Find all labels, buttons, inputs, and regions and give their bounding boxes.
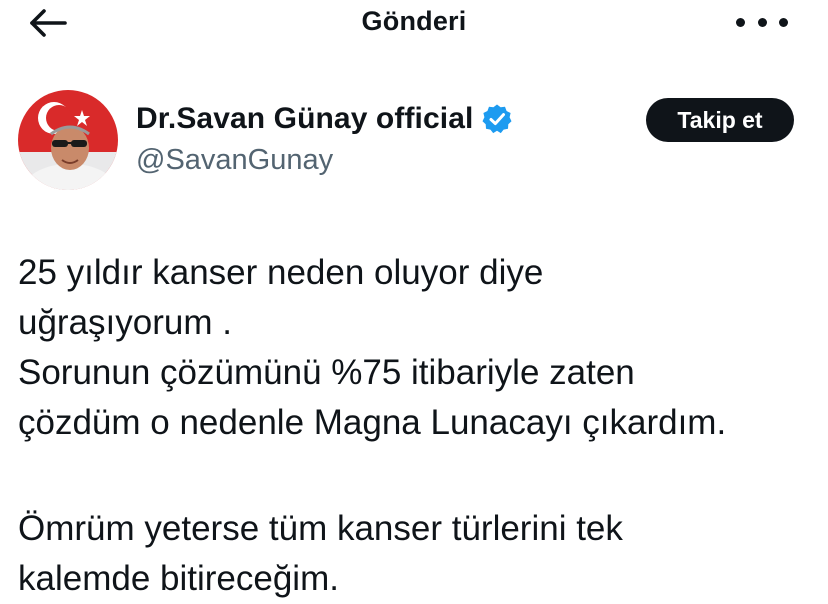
tweet-text-line: 25 yıldır kanser neden oluyor diye bbox=[18, 253, 544, 292]
tweet-text: 25 yıldır kanser neden oluyor diye uğraş… bbox=[18, 248, 808, 604]
author-avatar[interactable] bbox=[18, 90, 118, 190]
more-horizontal-icon bbox=[736, 17, 745, 27]
author-name-row: Dr.Savan Günay official bbox=[136, 100, 513, 138]
more-horizontal-icon-dot bbox=[757, 17, 767, 27]
author-handle[interactable]: @SavanGunay bbox=[136, 144, 513, 177]
more-options-button[interactable] bbox=[736, 12, 788, 32]
tweet-text-line: çözdüm o nedenle Magna Lunacayı çıkardım… bbox=[18, 403, 727, 442]
follow-button[interactable]: Takip et bbox=[646, 98, 794, 142]
page-title: Gönderi bbox=[361, 6, 467, 36]
more-horizontal-icon-dot bbox=[779, 17, 788, 27]
tweet-text-line: Ömrüm yeterse tüm kanser türlerini tek bbox=[18, 509, 623, 548]
verified-badge-icon[interactable] bbox=[481, 103, 513, 135]
author-info: Dr.Savan Günay official @SavanGunay bbox=[136, 100, 513, 177]
tweet-text-line: Sorunun çözümünü %75 itibariyle zaten bbox=[18, 353, 635, 392]
author-display-name[interactable]: Dr.Savan Günay official bbox=[136, 102, 473, 136]
tweet-text-line: kalemde bitireceğim. bbox=[18, 559, 339, 598]
tweet-text-line: uğraşıyorum . bbox=[18, 303, 232, 342]
top-navigation-bar: Gönderi bbox=[0, 0, 828, 44]
